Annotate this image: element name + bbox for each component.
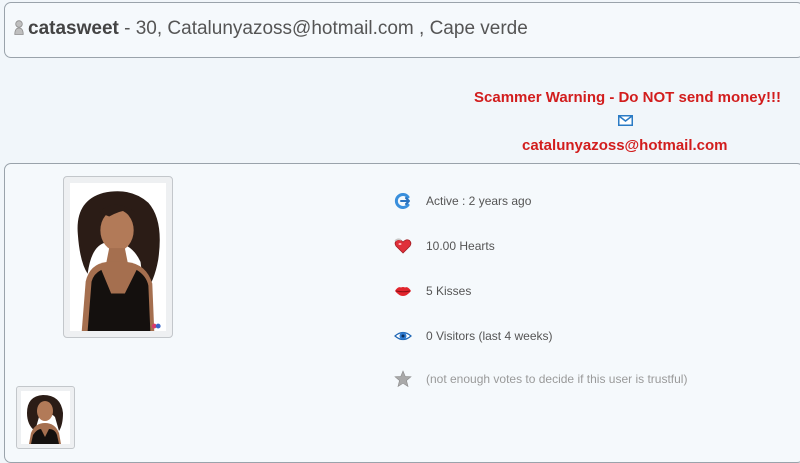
scammer-warning: Scammer Warning - Do NOT send money!!! [474, 89, 781, 106]
eye-icon [394, 327, 412, 345]
kisses-text: 5 Kisses [426, 284, 472, 298]
username[interactable]: catasweet [28, 18, 119, 39]
mail-icon[interactable] [618, 115, 633, 126]
profile-details: - 30, Catalunyazoss@hotmail.com , Cape v… [118, 18, 528, 39]
profile-header: catasweet - 30, Catalunyazoss@hotmail.co… [4, 2, 800, 58]
warning-email: catalunyazoss@hotmail.com [522, 137, 728, 154]
stat-row-trust: (not enough votes to decide if this user… [394, 367, 687, 391]
stat-row-kisses: 5 Kisses [394, 279, 471, 303]
stat-row-visitors: 0 Visitors (last 4 weeks) [394, 324, 553, 348]
star-icon [394, 370, 412, 388]
main-profile-photo[interactable] [63, 176, 173, 338]
hearts-icon [394, 237, 412, 255]
stat-row-hearts: 10.00 Hearts [394, 234, 495, 258]
user-icon [14, 20, 24, 35]
profile-title: catasweet - 30, Catalunyazoss@hotmail.co… [14, 18, 528, 40]
stat-row-active: Active : 2 years ago [394, 189, 531, 213]
active-text: Active : 2 years ago [426, 194, 532, 208]
photo-thumbnail[interactable] [16, 386, 75, 449]
thumbnail-image [21, 391, 70, 444]
trust-text: (not enough votes to decide if this user… [426, 372, 688, 386]
active-status-icon [394, 192, 412, 210]
kisses-lips-icon [394, 282, 412, 300]
profile-photo-image [70, 183, 166, 331]
hearts-text: 10.00 Hearts [426, 239, 495, 253]
visitors-text: 0 Visitors (last 4 weeks) [426, 329, 553, 343]
